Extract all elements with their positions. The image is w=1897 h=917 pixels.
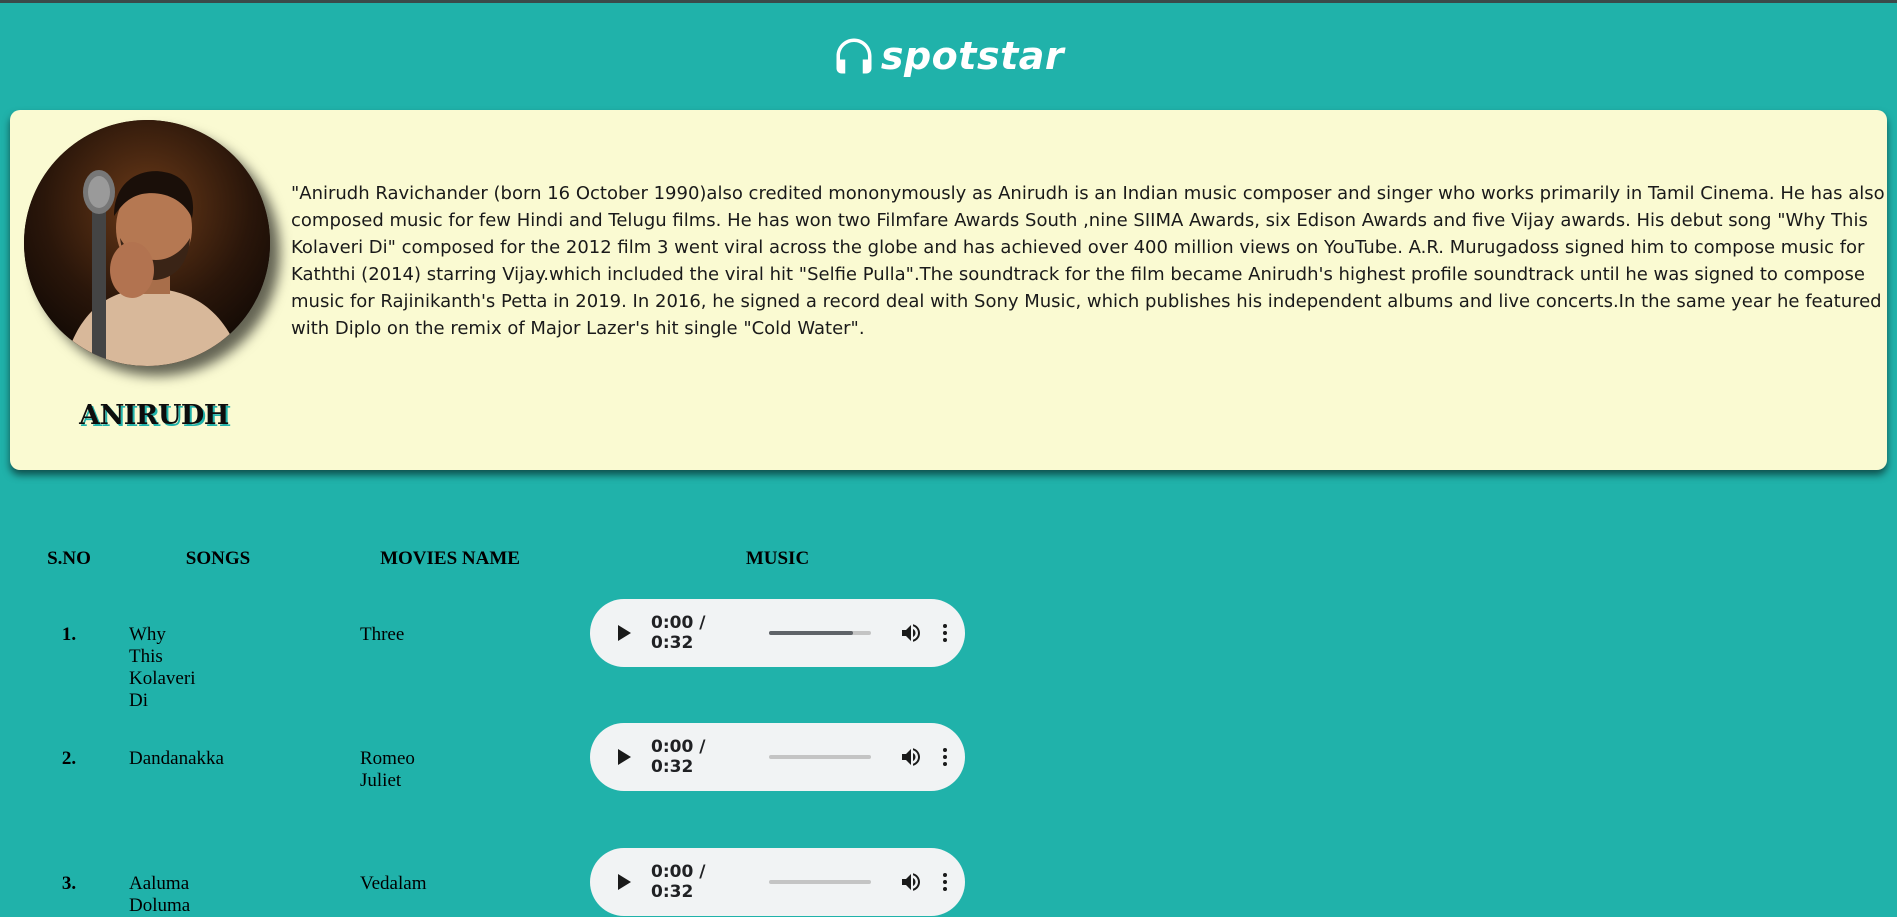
row-sno: 1. [61,624,77,645]
play-icon[interactable] [618,749,631,765]
row-sno: 3. [61,873,77,894]
audio-player[interactable]: 0:00 / 0:32 [590,848,965,916]
audio-time: 0:00 / 0:32 [651,613,706,653]
app-logo[interactable]: spotstar [833,34,1064,78]
audio-progress-fill [769,631,853,635]
more-options-icon[interactable] [941,624,949,642]
audio-time: 0:00 / 0:32 [651,862,706,902]
audio-progress-bar[interactable] [769,880,871,884]
header-music: MUSIC [745,548,810,569]
volume-icon[interactable] [899,870,923,894]
app-name: spotstar [880,34,1065,78]
artist-bio-text: "Anirudh Ravichander (born 16 October 19… [291,183,1885,339]
headphones-icon [836,38,872,74]
header-songs: SONGS [185,548,251,569]
play-icon[interactable] [618,874,631,890]
more-options-icon[interactable] [941,748,949,766]
artist-photo [24,120,270,366]
row-movie: Romeo Juliet [360,748,415,791]
row-movie: Three [360,624,405,645]
row-song: Dandanakka [129,748,224,769]
audio-progress-bar[interactable] [769,631,871,635]
audio-progress-bar[interactable] [769,755,871,759]
more-options-icon[interactable] [941,873,949,891]
audio-time: 0:00 / 0:32 [651,737,706,777]
row-song: Why This Kolaveri Di [129,624,196,711]
audio-player[interactable]: 0:00 / 0:32 [590,599,965,667]
audio-player[interactable]: 0:00 / 0:32 [590,723,965,791]
row-song: Aaluma Doluma [129,873,191,916]
row-movie: Vedalam [360,873,427,894]
header-sno: S.NO [47,548,91,569]
header-movies: MOVIES NAME [380,548,520,569]
row-sno: 2. [61,748,77,769]
artist-name: ANIRUDH [79,400,229,431]
header: spotstar [0,31,1897,81]
volume-icon[interactable] [899,621,923,645]
play-icon[interactable] [618,625,631,641]
artist-bio-card: ANIRUDH "Anirudh Ravichander (born 16 Oc… [10,110,1887,470]
volume-icon[interactable] [899,745,923,769]
artist-avatar [24,120,270,366]
